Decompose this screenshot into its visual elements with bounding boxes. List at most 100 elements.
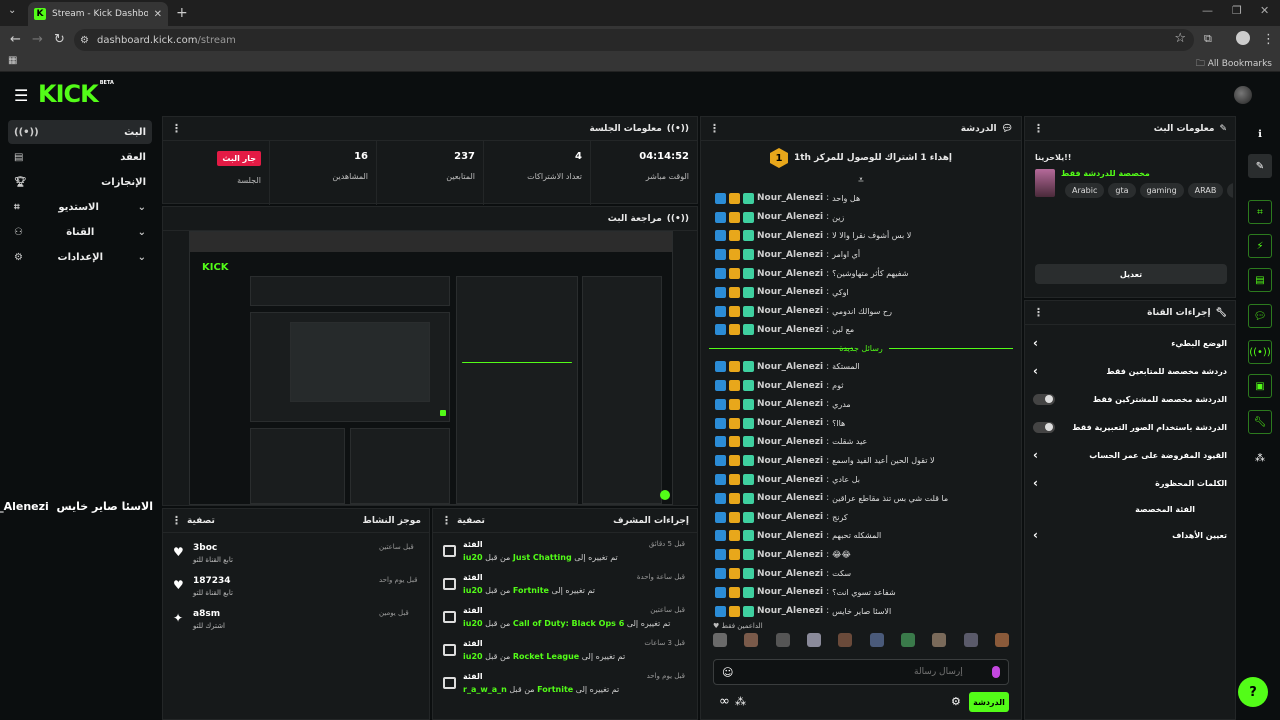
chat-message[interactable]: Nour_Alenezi: لا تقول الحين أعيد الفيد وا…	[701, 451, 1021, 470]
more-options-icon[interactable]: ⋮	[171, 514, 182, 527]
chat-message[interactable]: Nour_Alenezi: مع لبن	[701, 321, 1021, 340]
chat-message[interactable]: Nour_Alenezi: لا بس أشوف نقرا والا لا	[701, 227, 1021, 246]
chat-username[interactable]: Nour_Alenezi	[757, 399, 823, 409]
extensions-icon[interactable]: ⧉	[1204, 32, 1212, 46]
more-options-icon[interactable]: ⋮	[171, 122, 182, 135]
chat-message[interactable]: Nour_Alenezi: الاسئا صاير خايس	[701, 602, 1021, 621]
reload-icon[interactable]: ↻	[54, 32, 65, 47]
chat-message[interactable]: Nour_Alenezi: ثوم	[701, 376, 1021, 395]
toggle-switch[interactable]	[1033, 393, 1055, 405]
filter-button[interactable]: تصفية	[457, 516, 485, 526]
chat-username[interactable]: Nour_Alenezi	[757, 306, 823, 316]
stream-category[interactable]: مخصصة للدردشة فقط	[1061, 169, 1150, 178]
category-thumbnail[interactable]	[1035, 169, 1055, 197]
avatar[interactable]	[900, 633, 915, 647]
edit-pencil-icon[interactable]: ✎	[1248, 154, 1272, 178]
chat-message[interactable]: Nour_Alenezi: المشكله تحبهم	[701, 527, 1021, 546]
tab-list-icon[interactable]: ⌄	[8, 5, 16, 16]
chat-username[interactable]: Nour_Alenezi	[757, 269, 823, 279]
avatar[interactable]	[932, 633, 947, 647]
chat-username[interactable]: Nour_Alenezi	[757, 531, 823, 541]
more-options-icon[interactable]: ⋮	[1033, 306, 1044, 319]
sparkles-icon[interactable]: ⁂	[735, 695, 746, 708]
channel-action-row[interactable]: تعيين الأهداف ›	[1025, 521, 1235, 549]
sidebar-item-achievements[interactable]: 🏆︎ الإنجازات	[8, 170, 152, 194]
more-options-icon[interactable]: ⋮	[709, 122, 720, 135]
send-chat-button[interactable]: الدردشة	[969, 692, 1009, 712]
chat-message[interactable]: Nour_Alenezi: مدري	[701, 395, 1021, 414]
sidebar-item-channel[interactable]: ⚇ القناة ⌄	[8, 220, 152, 244]
sub-goal-banner[interactable]: إهداء 1 اشتراك للوصول للمركز 1th 1	[701, 141, 1021, 175]
chat-username[interactable]: Nour_Alenezi	[757, 550, 823, 560]
help-chat-icon[interactable]: ?	[1238, 677, 1268, 707]
mic-icon[interactable]	[992, 666, 1000, 678]
pinned-collapse-icon[interactable]: ⩡	[701, 175, 1021, 189]
chat-message[interactable]: Nour_Alenezi: رح سوالك اندومي	[701, 302, 1021, 321]
chat-message[interactable]: Nour_Alenezi: أي اوامر	[701, 245, 1021, 264]
chat-message[interactable]: Nour_Alenezi: المستكة	[701, 357, 1021, 376]
chat-username[interactable]: Nour_Alenezi	[757, 493, 823, 503]
infinity-icon[interactable]: ∞	[719, 694, 730, 709]
chat-username[interactable]: Nour_Alenezi	[757, 362, 823, 372]
session-info-icon[interactable]: ⌗	[1248, 200, 1272, 224]
user-avatar[interactable]	[1234, 86, 1252, 104]
chat-message[interactable]: Nour_Alenezi: 😂😂	[701, 545, 1021, 564]
sidebar-item-contract[interactable]: ▤ العقد	[8, 145, 152, 169]
chat-username[interactable]: Nour_Alenezi	[757, 569, 823, 579]
chat-message[interactable]: Nour_Alenezi: زين	[701, 208, 1021, 227]
chat-username[interactable]: Nour_Alenezi	[757, 250, 823, 260]
mod-user[interactable]: r_a_w_a_n	[463, 685, 507, 694]
url-input[interactable]: ⚙ dashboard.kick.com/stream ☆	[74, 29, 1194, 51]
chat-message[interactable]: Nour_Alenezi: شفيهم كأثر متهاوشين؟	[701, 264, 1021, 283]
chat-message[interactable]: Nour_Alenezi: عيد شقلت	[701, 433, 1021, 452]
edit-stream-button[interactable]: تعديل	[1035, 264, 1227, 284]
notes-icon[interactable]: ▤	[1248, 268, 1272, 292]
chat-username[interactable]: Nour_Alenezi	[757, 437, 823, 447]
mod-user[interactable]: iu20	[463, 619, 483, 628]
chat-username[interactable]: Nour_Alenezi	[757, 475, 823, 485]
chat-settings-icon[interactable]: ⚙	[951, 695, 961, 708]
activity-user[interactable]: 3boc	[193, 543, 229, 553]
chat-username[interactable]: Nour_Alenezi	[757, 325, 823, 335]
chat-message[interactable]: Nour_Alenezi: شفاعد تسوي انت؟	[701, 583, 1021, 602]
bookmark-star-icon[interactable]: ☆	[1174, 31, 1186, 46]
profile-avatar[interactable]	[1236, 31, 1250, 45]
channel-action-row[interactable]: القيود المفروضة على عمر الحساب ›	[1025, 441, 1235, 469]
chat-message[interactable]: Nour_Alenezi: كرنج	[701, 508, 1021, 527]
more-options-icon[interactable]: ⋮	[1033, 122, 1044, 135]
maximize-icon[interactable]: ❐	[1232, 4, 1242, 17]
avatar[interactable]	[775, 633, 790, 647]
filter-button[interactable]: تصفية	[187, 516, 215, 526]
chat-username[interactable]: Nour_Alenezi	[757, 212, 823, 222]
lightning-icon[interactable]: ⚡︎	[1248, 234, 1272, 258]
chat-username[interactable]: Nour_Alenezi	[757, 587, 823, 597]
chat-icon[interactable]: 💬︎	[1248, 304, 1272, 328]
kick-logo[interactable]: KICK BETA	[38, 80, 114, 108]
toggle-switch[interactable]	[1033, 421, 1055, 433]
chat-username[interactable]: Nour_Alenezi	[757, 193, 823, 203]
all-bookmarks-button[interactable]: 🗀 All Bookmarks	[1196, 56, 1272, 72]
wrench-icon[interactable]: 🔧︎	[1248, 410, 1272, 434]
chat-message[interactable]: Nour_Alenezi: هل واحد	[701, 189, 1021, 208]
chat-username[interactable]: Nour_Alenezi	[757, 456, 823, 466]
channel-action-row[interactable]: دردشة مخصصة للمتابعين فقط ›	[1025, 357, 1235, 385]
browser-tab-active[interactable]: K Stream - Kick Dashboard ✕	[28, 2, 168, 26]
chat-username[interactable]: Nour_Alenezi	[757, 231, 823, 241]
chat-message[interactable]: Nour_Alenezi: ما قلت شي بس تنذ مقاطع عراق…	[701, 489, 1021, 508]
avatar[interactable]	[838, 633, 853, 647]
activity-user[interactable]: 187234	[193, 576, 231, 586]
mod-user[interactable]: iu20	[463, 586, 483, 595]
channel-action-row[interactable]: الدردشة باستخدام الصور التعبيرية فقط	[1025, 413, 1235, 441]
mod-actions-icon[interactable]: ▣	[1248, 374, 1272, 398]
chat-username[interactable]: Nour_Alenezi	[757, 606, 823, 616]
avatar[interactable]	[744, 633, 759, 647]
channel-action-row[interactable]: الوضع البطيء ›	[1025, 329, 1235, 357]
site-info-icon[interactable]: ⚙	[80, 35, 89, 46]
avatar[interactable]	[713, 633, 727, 647]
info-icon[interactable]: ℹ	[1248, 122, 1272, 146]
back-icon[interactable]: ←	[10, 32, 21, 47]
channel-action-row[interactable]: الكلمات المحظورة ›	[1025, 469, 1235, 497]
chat-message[interactable]: Nour_Alenezi: سكت	[701, 564, 1021, 583]
hamburger-menu-icon[interactable]: ☰	[14, 86, 28, 105]
avatar[interactable]	[963, 633, 978, 647]
